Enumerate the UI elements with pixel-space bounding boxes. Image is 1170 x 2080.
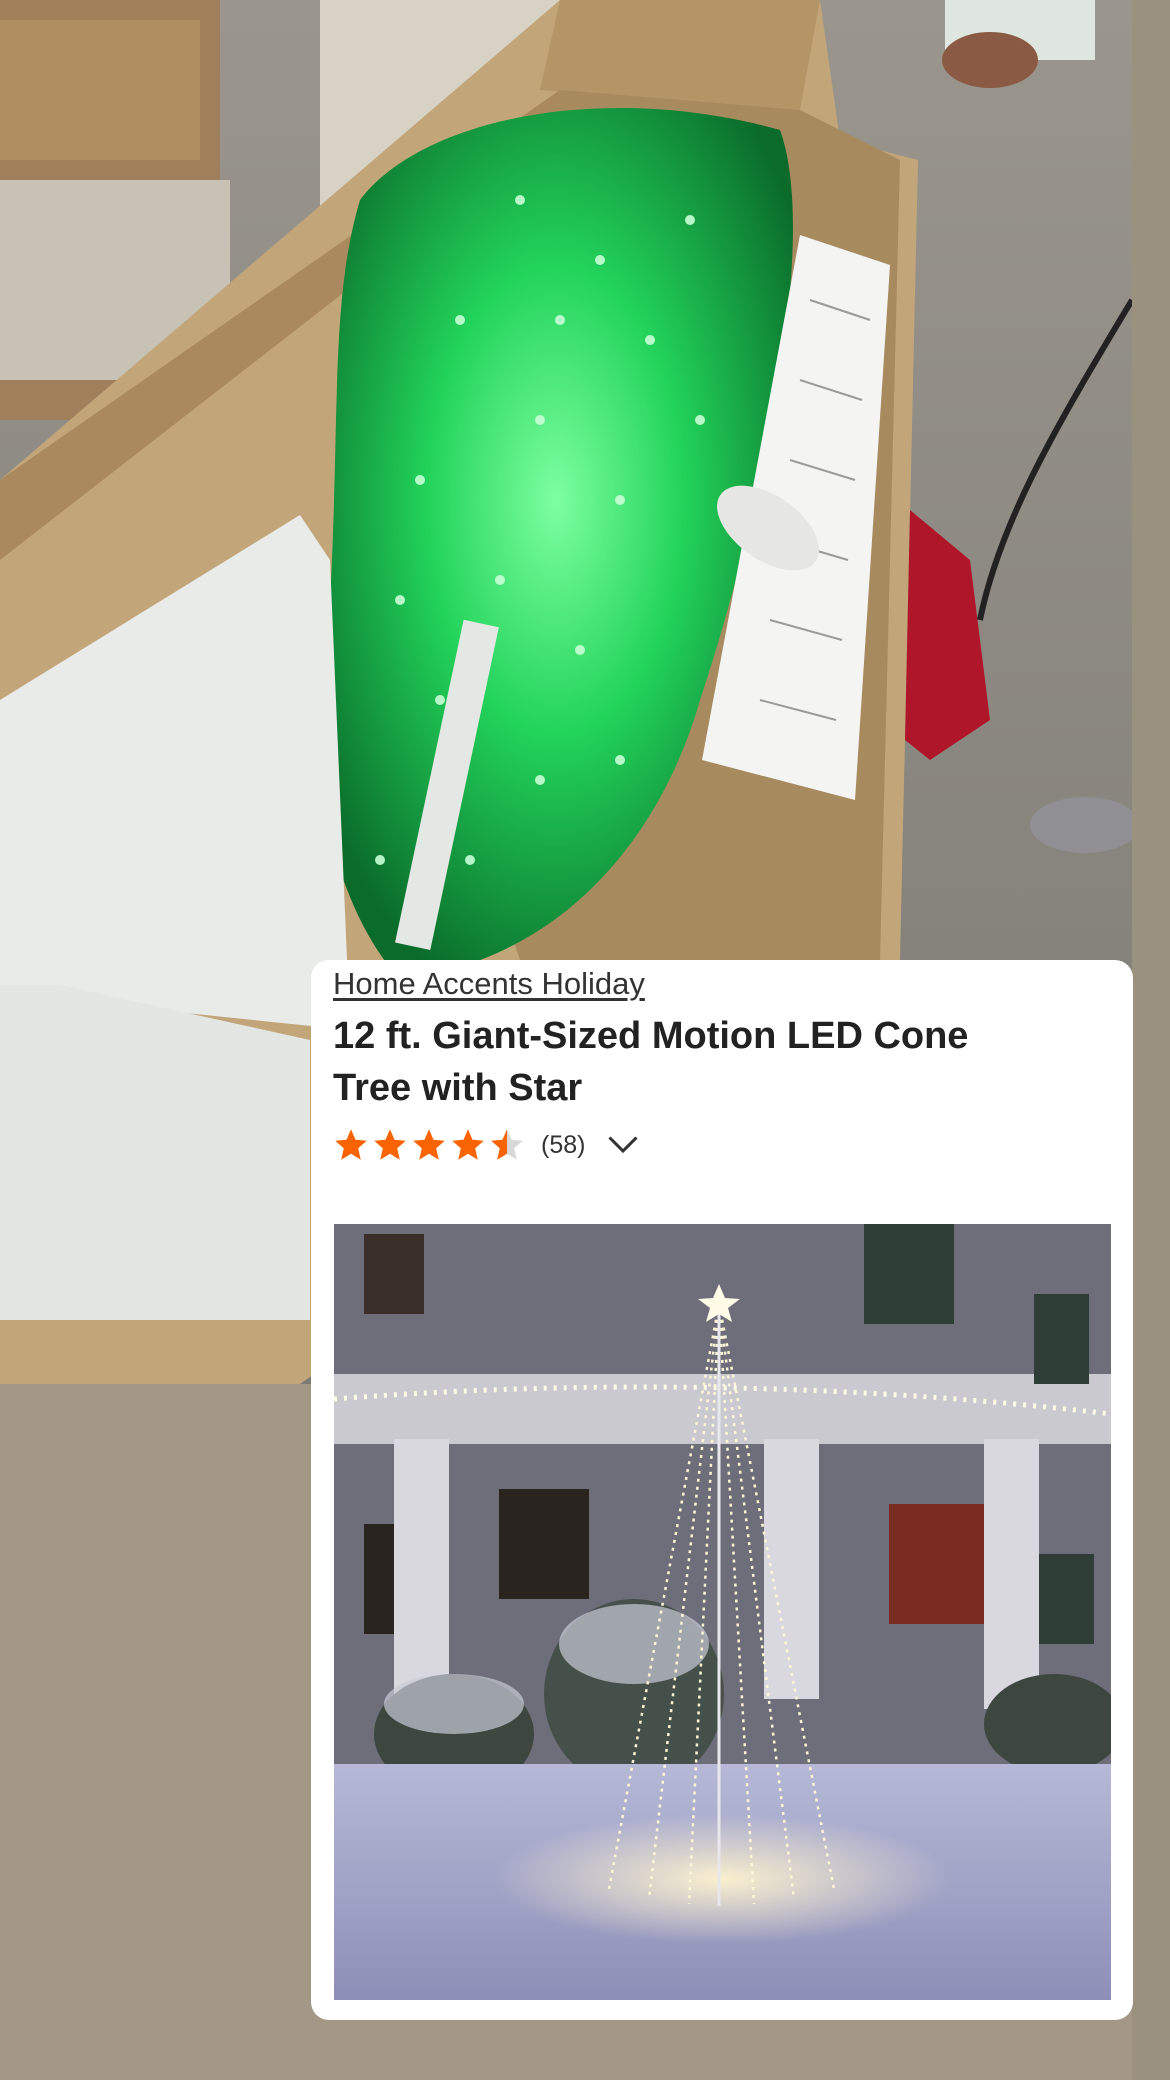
star-icon <box>452 1129 484 1160</box>
star-half-icon <box>491 1129 523 1160</box>
rating-row[interactable]: (58) <box>333 1125 641 1165</box>
review-count[interactable]: (58) <box>541 1131 585 1160</box>
right-edge-strip <box>1132 0 1170 2080</box>
cone-tree-scene <box>334 1224 1111 2000</box>
product-image[interactable] <box>334 1224 1111 2000</box>
product-card[interactable]: Home Accents Holiday 12 ft. Giant-Sized … <box>311 960 1133 2020</box>
star-rating <box>333 1127 525 1163</box>
chevron-down-icon[interactable] <box>605 1127 641 1163</box>
star-icon <box>335 1129 367 1160</box>
star-icon <box>413 1129 445 1160</box>
star-icon <box>374 1129 406 1160</box>
brand-link[interactable]: Home Accents Holiday <box>333 966 645 1002</box>
product-title: 12 ft. Giant-Sized Motion LED Cone Tree … <box>333 1015 969 1109</box>
